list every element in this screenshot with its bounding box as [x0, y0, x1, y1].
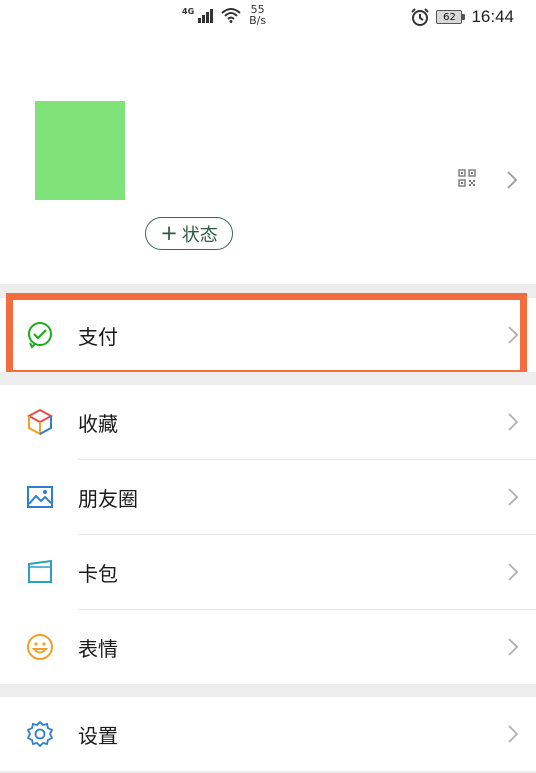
network-type: 4G [182, 7, 195, 16]
menu-item-stickers[interactable]: 表情 [0, 610, 536, 684]
menu-label-moments: 朋友圈 [78, 486, 138, 511]
pay-icon [25, 320, 55, 350]
battery-level: 62 [436, 10, 463, 24]
smiley-icon [25, 632, 55, 662]
menu-item-pay[interactable]: 支付 [0, 298, 536, 372]
clock: 16:44 [471, 7, 514, 26]
menu-label-pay: 支付 [78, 324, 118, 349]
status-bar-network: 4G 55 B/s [182, 4, 266, 26]
status-button-label: 状态 [181, 224, 218, 246]
add-status-button[interactable]: + 状态 [145, 217, 233, 250]
section-separator [0, 372, 536, 385]
section-separator [0, 284, 536, 298]
status-bar: 4G 55 B/s 62 16:44 [0, 0, 536, 36]
section-separator [0, 684, 536, 697]
gear-icon [25, 719, 55, 749]
profile-chevron-right-icon[interactable] [506, 170, 518, 190]
menu-item-settings[interactable]: 设置 [0, 697, 536, 771]
menu-item-moments[interactable]: 朋友圈 [0, 460, 536, 534]
card-wallet-icon [25, 557, 55, 587]
alarm-icon [411, 8, 430, 26]
battery-icon: 62 [436, 10, 466, 24]
chevron-right-icon [508, 326, 519, 344]
chevron-right-icon [508, 413, 519, 431]
picture-icon [25, 482, 55, 512]
signal-icon [198, 9, 214, 23]
chevron-right-icon [508, 725, 519, 743]
plus-icon: + [160, 221, 178, 245]
menu-item-cards[interactable]: 卡包 [0, 535, 536, 609]
network-speed: 55 B/s [249, 4, 266, 26]
chevron-right-icon [508, 563, 519, 581]
menu-label-settings: 设置 [78, 723, 118, 748]
chevron-right-icon [508, 488, 519, 506]
menu-item-favorites[interactable]: 收藏 [0, 385, 536, 459]
cube-icon [25, 407, 55, 437]
chevron-right-icon [508, 638, 519, 656]
qr-code-icon[interactable] [458, 169, 476, 187]
menu-label-cards: 卡包 [78, 561, 118, 586]
menu-label-stickers: 表情 [78, 636, 118, 661]
status-bar-right: 62 16:44 [410, 7, 514, 27]
speed-unit: B/s [249, 14, 267, 27]
avatar[interactable] [35, 101, 125, 200]
menu-label-favorites: 收藏 [78, 411, 118, 436]
wifi-icon [221, 8, 241, 23]
